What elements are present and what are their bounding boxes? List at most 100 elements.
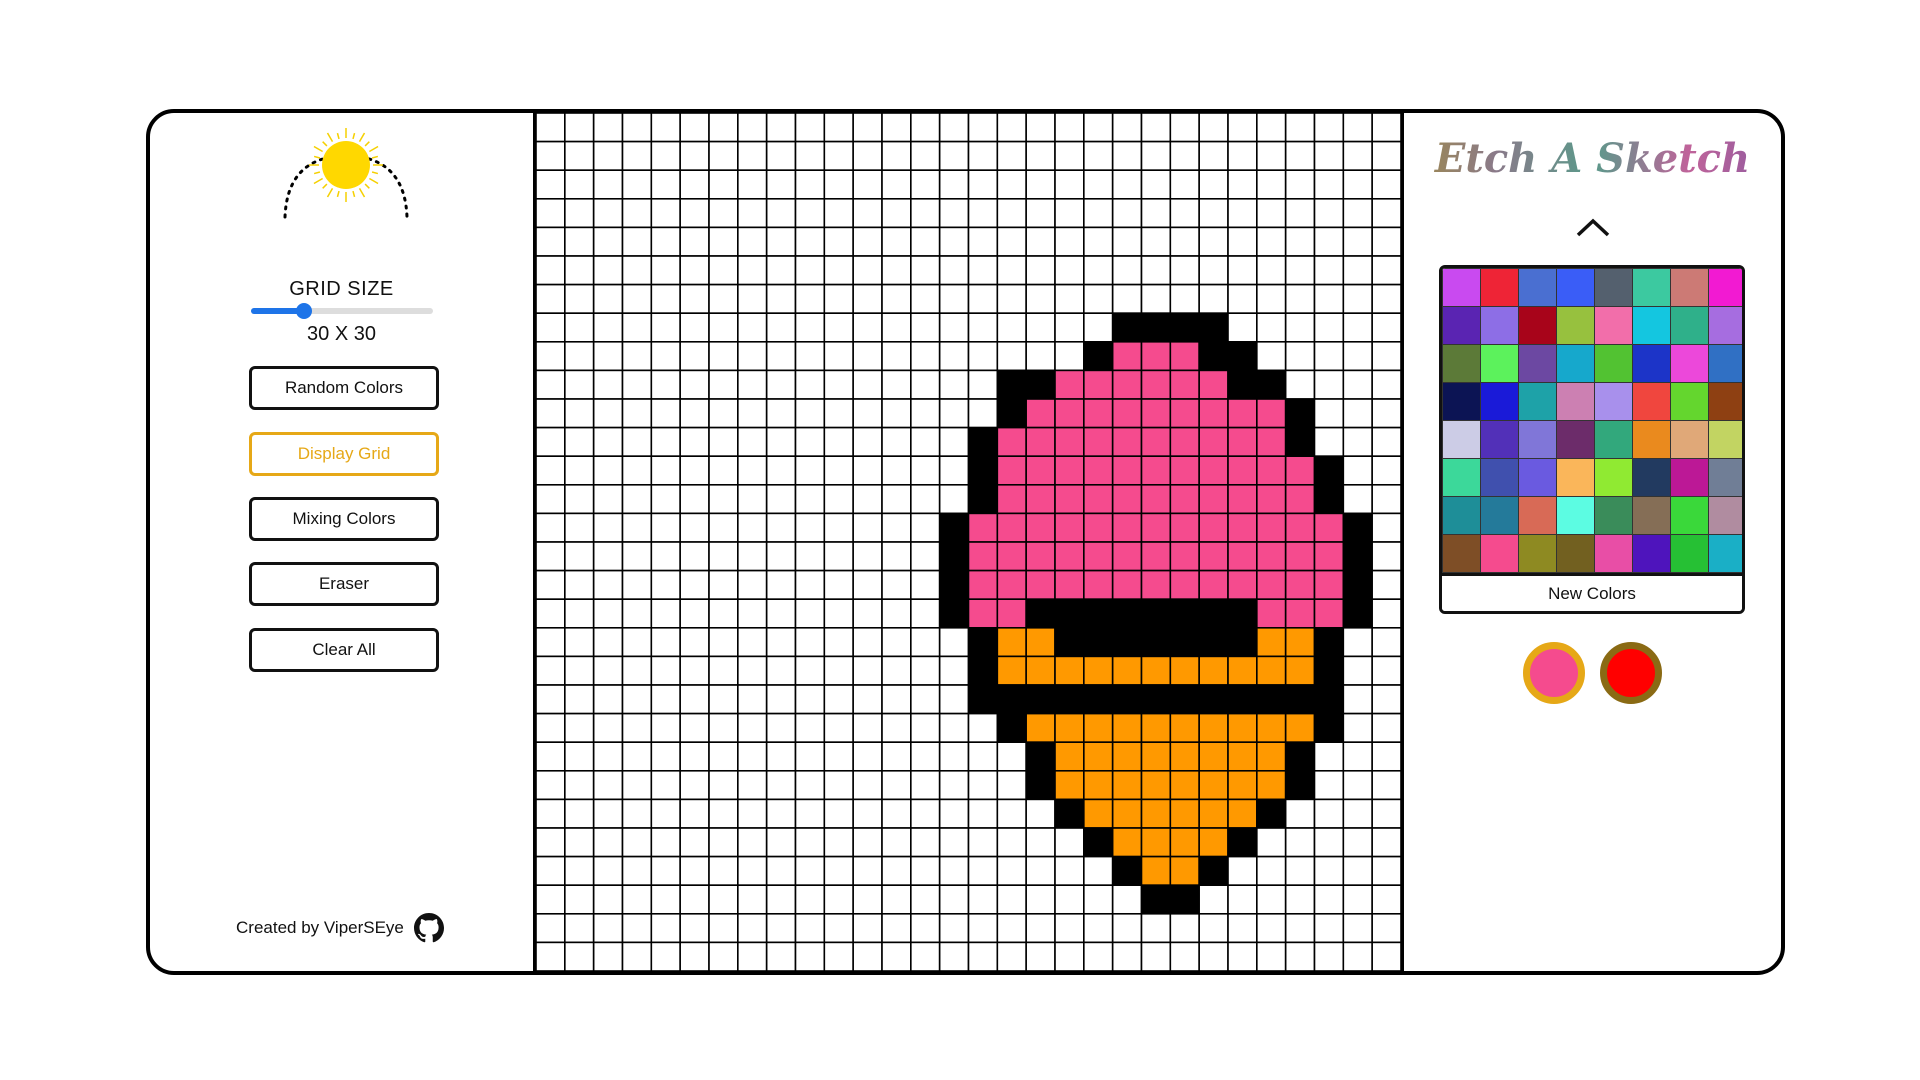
secondary-color-swatch[interactable]	[1600, 642, 1662, 704]
grid-cell[interactable]	[679, 255, 710, 286]
primary-color-swatch[interactable]	[1523, 642, 1585, 704]
grid-cell[interactable]	[650, 598, 681, 629]
grid-cell[interactable]	[1284, 341, 1316, 372]
grid-cell[interactable]	[1054, 226, 1085, 257]
grid-cell[interactable]	[852, 855, 883, 886]
grid-cell[interactable]	[996, 369, 1027, 400]
grid-cell[interactable]	[1313, 769, 1345, 801]
grid-cell[interactable]	[708, 884, 739, 915]
grid-cell[interactable]	[1140, 198, 1172, 229]
grid-cell[interactable]	[536, 398, 566, 429]
grid-cell[interactable]	[650, 512, 681, 543]
palette-swatch[interactable]	[1633, 497, 1670, 534]
grid-cell[interactable]	[1256, 140, 1287, 172]
palette-swatch[interactable]	[1709, 345, 1742, 382]
grid-cell[interactable]	[1313, 884, 1345, 915]
grid-cell[interactable]	[621, 113, 653, 143]
grid-cell[interactable]	[1313, 255, 1345, 286]
grid-cell[interactable]	[794, 455, 826, 486]
grid-cell[interactable]	[1083, 455, 1114, 486]
grid-cell[interactable]	[1025, 169, 1056, 200]
grid-cell[interactable]	[1198, 827, 1229, 858]
grid-cell[interactable]	[765, 512, 797, 543]
grid-cell[interactable]	[910, 769, 941, 801]
grid-cell[interactable]	[910, 283, 941, 315]
grid-cell[interactable]	[536, 455, 566, 486]
grid-cell[interactable]	[679, 684, 710, 715]
grid-cell[interactable]	[765, 598, 797, 629]
grid-cell[interactable]	[1284, 941, 1316, 971]
grid-cell[interactable]	[765, 798, 797, 829]
palette-swatch[interactable]	[1519, 307, 1556, 344]
grid-cell[interactable]	[1371, 655, 1401, 686]
grid-cell[interactable]	[938, 426, 970, 458]
grid-cell[interactable]	[881, 398, 912, 429]
grid-cell[interactable]	[794, 769, 826, 801]
grid-cell[interactable]	[1140, 226, 1172, 257]
grid-cell[interactable]	[564, 140, 595, 172]
grid-cell[interactable]	[1256, 312, 1287, 343]
grid-cell[interactable]	[621, 855, 653, 886]
grid-cell[interactable]	[938, 827, 970, 858]
grid-cell[interactable]	[536, 255, 566, 286]
palette-swatch[interactable]	[1443, 497, 1480, 534]
grid-cell[interactable]	[765, 312, 797, 343]
palette-swatch[interactable]	[1557, 383, 1594, 420]
grid-cell[interactable]	[823, 483, 854, 515]
grid-cell[interactable]	[967, 626, 999, 658]
grid-cell[interactable]	[938, 598, 970, 629]
grid-cell[interactable]	[996, 341, 1027, 372]
grid-cell[interactable]	[1342, 312, 1373, 343]
grid-cell[interactable]	[737, 912, 768, 944]
grid-cell[interactable]	[765, 226, 797, 257]
grid-cell[interactable]	[621, 827, 653, 858]
grid-cell[interactable]	[1083, 541, 1114, 572]
grid-cell[interactable]	[679, 426, 710, 458]
grid-cell[interactable]	[1371, 912, 1401, 944]
grid-cell[interactable]	[1313, 598, 1345, 629]
grid-cell[interactable]	[650, 941, 681, 971]
grid-cell[interactable]	[1111, 398, 1143, 429]
grid-cell[interactable]	[967, 369, 999, 400]
grid-cell[interactable]	[823, 598, 854, 629]
grid-cell[interactable]	[708, 426, 739, 458]
grid-cell[interactable]	[1054, 827, 1085, 858]
grid-cell[interactable]	[1025, 312, 1056, 343]
grid-cell[interactable]	[650, 113, 681, 143]
palette-swatch[interactable]	[1519, 497, 1556, 534]
grid-cell[interactable]	[1342, 912, 1373, 944]
grid-cell[interactable]	[765, 741, 797, 772]
grid-cell[interactable]	[1169, 569, 1200, 601]
grid-cell[interactable]	[881, 912, 912, 944]
grid-cell[interactable]	[621, 941, 653, 971]
grid-cell[interactable]	[910, 626, 941, 658]
grid-cell[interactable]	[967, 741, 999, 772]
grid-cell[interactable]	[794, 626, 826, 658]
github-icon[interactable]	[413, 913, 444, 943]
grid-cell[interactable]	[938, 398, 970, 429]
grid-cell[interactable]	[1342, 512, 1373, 543]
palette-swatch[interactable]	[1633, 307, 1670, 344]
palette-swatch[interactable]	[1671, 535, 1708, 572]
grid-cell[interactable]	[1169, 455, 1200, 486]
grid-cell[interactable]	[1227, 455, 1258, 486]
grid-cell[interactable]	[938, 369, 970, 400]
grid-cell[interactable]	[852, 341, 883, 372]
grid-cell[interactable]	[1342, 255, 1373, 286]
grid-cell[interactable]	[1256, 512, 1287, 543]
grid-cell[interactable]	[881, 341, 912, 372]
grid-cell[interactable]	[823, 341, 854, 372]
grid-cell[interactable]	[564, 198, 595, 229]
sketch-canvas[interactable]	[533, 113, 1404, 971]
palette-swatch[interactable]	[1557, 307, 1594, 344]
grid-cell[interactable]	[1227, 369, 1258, 400]
grid-cell[interactable]	[938, 512, 970, 543]
grid-cell[interactable]	[1198, 684, 1229, 715]
grid-cell[interactable]	[1083, 226, 1114, 257]
grid-cell[interactable]	[1140, 655, 1172, 686]
grid-cell[interactable]	[536, 569, 566, 601]
palette-swatch[interactable]	[1443, 269, 1480, 306]
grid-cell[interactable]	[708, 398, 739, 429]
grid-cell[interactable]	[910, 341, 941, 372]
grid-cell[interactable]	[996, 855, 1027, 886]
